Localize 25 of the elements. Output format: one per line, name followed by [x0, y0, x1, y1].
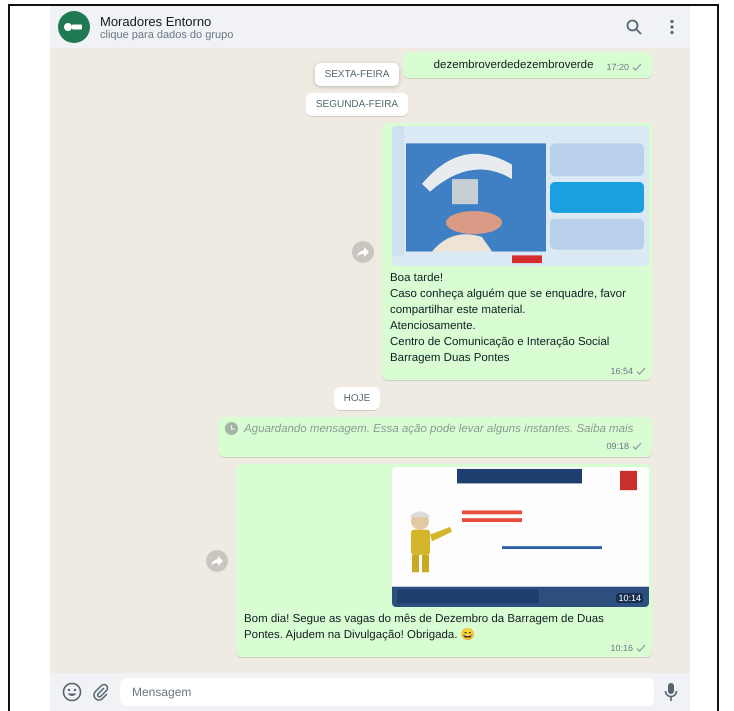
check-icon: [636, 367, 646, 375]
message-time: 16:54: [610, 366, 633, 376]
message-input[interactable]: Mensagem: [120, 678, 654, 706]
message-time: 17:20: [606, 62, 629, 72]
check-icon: [636, 644, 646, 652]
message-time: 10:16: [610, 643, 633, 653]
microphone-icon[interactable]: [664, 682, 678, 702]
message-text: Boa tarde! Caso conheça alguém que se enquadre, favor compartilhar este material. Atenciosamente. Centro de Comunicação e Interação Social Barragem Duas Pontes: [389, 271, 627, 366]
group-avatar[interactable]: [58, 11, 90, 43]
attach-icon[interactable]: [92, 683, 110, 701]
message-text: dezembroverdedezembroverde: [432, 58, 594, 73]
clock-icon: [225, 422, 238, 435]
check-icon: [632, 442, 642, 450]
chat-title[interactable]: Moradores Entorno: [100, 14, 612, 28]
date-label: HOJE: [334, 387, 380, 410]
chat-subtitle[interactable]: clique para dados do grupo: [100, 28, 612, 40]
message-time: 09:18: [606, 441, 629, 451]
check-icon: [632, 63, 642, 71]
pending-notice: Aguardando mensagem. Essa ação pode levar alguns instantes. Saiba mais: [244, 422, 634, 434]
date-label: SEGUNDA-FEIRA: [306, 93, 408, 116]
date-label: SEXTA-FEIRA: [314, 63, 400, 86]
learn-more-link[interactable]: Saiba mais: [576, 422, 634, 434]
message-text: Bom dia! Segue as vagas do mês de Dezembro da Barragem de Duas Pontes. Ajudem na Divulgação! Obrigada. 😄: [243, 612, 605, 643]
emoji-icon[interactable]: [62, 682, 82, 702]
image-time: 10:14: [616, 593, 643, 603]
